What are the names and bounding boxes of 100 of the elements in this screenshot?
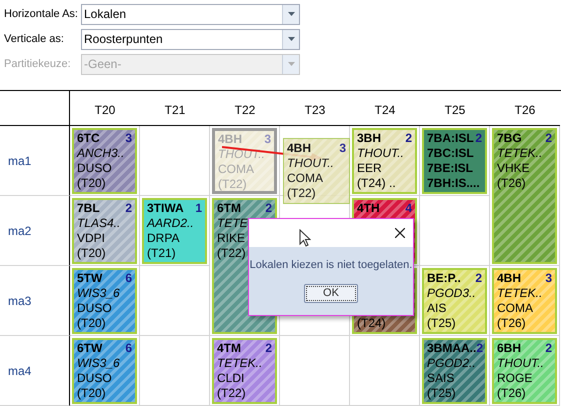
room: (T26) xyxy=(497,176,527,191)
count: 2 xyxy=(265,341,272,356)
group-name: 6TW xyxy=(77,341,102,356)
count: 2 xyxy=(475,131,482,146)
group-name: 5TW xyxy=(77,271,102,286)
room: (T20) xyxy=(77,176,107,191)
subject: WIS3_6 xyxy=(77,286,121,301)
group-name: 4TM xyxy=(217,341,241,356)
group-name: 7BH:IS.... xyxy=(427,176,481,191)
grid-cell[interactable] xyxy=(140,266,210,336)
group-name: 4BH xyxy=(497,271,522,286)
room: (T26) xyxy=(497,316,527,331)
teacher: COMA xyxy=(497,301,534,316)
count: 6 xyxy=(125,341,132,356)
room: (T22) xyxy=(287,186,317,201)
count: 3 xyxy=(545,271,552,286)
teacher: AIS xyxy=(427,301,448,316)
count: 3 xyxy=(125,131,132,146)
grid-cell[interactable] xyxy=(140,336,210,406)
row-header: ma3 xyxy=(8,292,32,310)
group-name: 3BMAA.. xyxy=(427,341,476,356)
room: (T26) xyxy=(497,386,527,401)
room: (T21) xyxy=(147,246,177,261)
group-name: 4TH xyxy=(357,201,380,216)
count: 2 xyxy=(545,341,552,356)
subject: PGOD2.. xyxy=(427,356,477,371)
subject: AARD2.. xyxy=(147,216,195,231)
ok-button[interactable]: OK xyxy=(304,284,358,302)
room: (T22) xyxy=(218,177,248,191)
group-name: BE:P.. xyxy=(427,271,461,286)
group-name: 6TC xyxy=(77,131,100,146)
column-header: T24 xyxy=(374,102,396,119)
subject: THOUT.. xyxy=(497,356,545,371)
grid-cell[interactable] xyxy=(350,336,420,406)
count: 2 xyxy=(405,131,412,146)
group-name: 3BH xyxy=(357,131,382,146)
room: (T25) xyxy=(427,316,457,331)
row-header: ma2 xyxy=(8,222,32,240)
teacher: DUSO xyxy=(77,161,113,176)
count: 2 xyxy=(545,131,552,146)
count: 2 xyxy=(475,271,482,286)
teacher: ROGE xyxy=(497,371,534,386)
column-header: T26 xyxy=(514,102,536,119)
group-name: 6TM xyxy=(217,201,241,216)
group-name: 7BL xyxy=(77,201,100,216)
teacher: COMA xyxy=(218,162,255,177)
group-name: 7BC:ISL xyxy=(427,146,475,161)
teacher: SAIS xyxy=(427,371,456,386)
subject: TLAS4.. xyxy=(77,216,122,231)
teacher: EER xyxy=(357,161,383,176)
room: (T24) xyxy=(357,316,387,331)
subject: TETEK.. xyxy=(497,146,544,161)
grid-cell[interactable] xyxy=(140,126,210,196)
group-name: 7BE:ISL xyxy=(427,161,474,176)
group-name: 7BA:ISL xyxy=(427,131,474,146)
count: 1 xyxy=(195,201,202,216)
column-header: T21 xyxy=(164,102,186,119)
group-name: 4BH xyxy=(287,141,312,156)
room: (T24) .. xyxy=(357,176,397,191)
teacher: DUSO xyxy=(77,301,113,316)
close-icon[interactable] xyxy=(395,228,405,238)
grid-cell[interactable] xyxy=(420,196,490,266)
teacher: VDPI xyxy=(77,231,106,246)
count: 6 xyxy=(125,271,132,286)
teacher: VHKE xyxy=(497,161,531,176)
subject: WIS3_6 xyxy=(77,356,121,371)
dropdown[interactable]: Roosterpunten xyxy=(81,28,300,50)
count: 3 xyxy=(339,141,346,156)
grid-cell[interactable] xyxy=(280,336,350,406)
group-name: 7BG xyxy=(497,131,522,146)
teacher: CLDI xyxy=(217,371,246,386)
dropdown-arrow-icon xyxy=(288,62,294,66)
subject: ANCH3.. xyxy=(77,146,126,161)
subject: PGOD3.. xyxy=(427,286,477,301)
subject: TETEK.. xyxy=(217,356,264,371)
field-label: Partitiekeuze: xyxy=(3,56,72,72)
room: (T22) xyxy=(217,246,247,261)
column-header: T20 xyxy=(94,102,116,119)
count: 4 xyxy=(405,201,412,216)
teacher: DUSO xyxy=(77,371,113,386)
row-header: ma4 xyxy=(8,362,32,380)
count: 2 xyxy=(265,201,272,216)
dropdown[interactable]: Lokalen xyxy=(81,4,300,24)
teacher: RIKE xyxy=(217,231,246,246)
field-label: Verticale as: xyxy=(3,32,65,47)
teacher: DRPA xyxy=(147,231,180,246)
column-header: T25 xyxy=(444,102,466,119)
column-header: T22 xyxy=(234,102,256,119)
room: (T22) xyxy=(217,386,247,401)
count: 2 xyxy=(476,341,484,356)
row-header: ma1 xyxy=(8,152,32,170)
subject: TETEK.. xyxy=(497,286,544,301)
count: 2 xyxy=(125,201,132,216)
dragged-lesson-tooltip[interactable]: 4BH 3 THOUT.. COMA (T22) xyxy=(283,138,350,204)
count: 3 xyxy=(264,132,271,147)
room: (T25) xyxy=(427,386,457,401)
group-name: 4BH xyxy=(218,132,242,147)
teacher: COMA xyxy=(287,171,324,186)
subject: THOUT.. xyxy=(357,146,405,161)
dropdown-arrow-icon xyxy=(288,37,294,41)
